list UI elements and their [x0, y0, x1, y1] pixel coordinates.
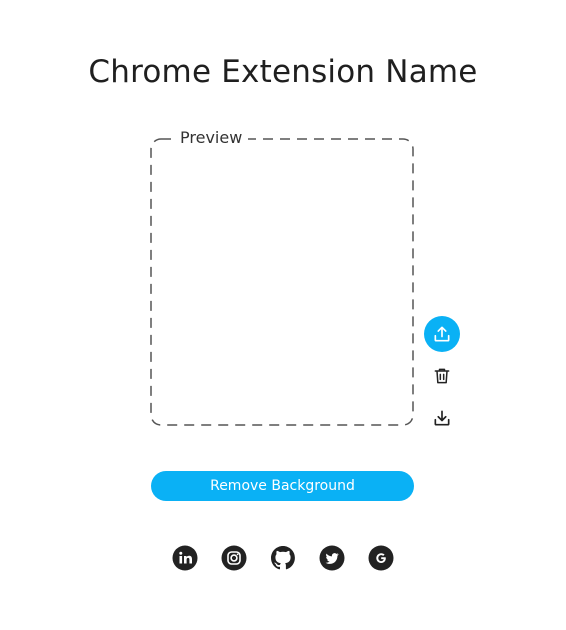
trash-icon — [434, 368, 450, 384]
download-button[interactable] — [424, 400, 460, 436]
download-icon — [434, 410, 450, 426]
google-icon — [368, 545, 394, 571]
social-links — [172, 545, 394, 571]
github-icon — [271, 546, 295, 570]
preview-dashed-border — [150, 138, 414, 426]
remove-background-button[interactable]: Remove Background — [151, 471, 414, 501]
instagram-icon — [221, 545, 247, 571]
delete-button[interactable] — [424, 358, 460, 394]
linkedin-link[interactable] — [172, 545, 198, 571]
github-link[interactable] — [270, 545, 296, 571]
instagram-link[interactable] — [221, 545, 247, 571]
twitter-icon — [319, 545, 345, 571]
twitter-link[interactable] — [319, 545, 345, 571]
page-title: Chrome Extension Name — [88, 54, 478, 90]
preview-area — [150, 138, 414, 426]
google-link[interactable] — [368, 545, 394, 571]
upload-icon — [434, 326, 450, 342]
linkedin-icon — [172, 545, 198, 571]
preview-label: Preview — [174, 128, 249, 148]
upload-button[interactable] — [424, 316, 460, 352]
